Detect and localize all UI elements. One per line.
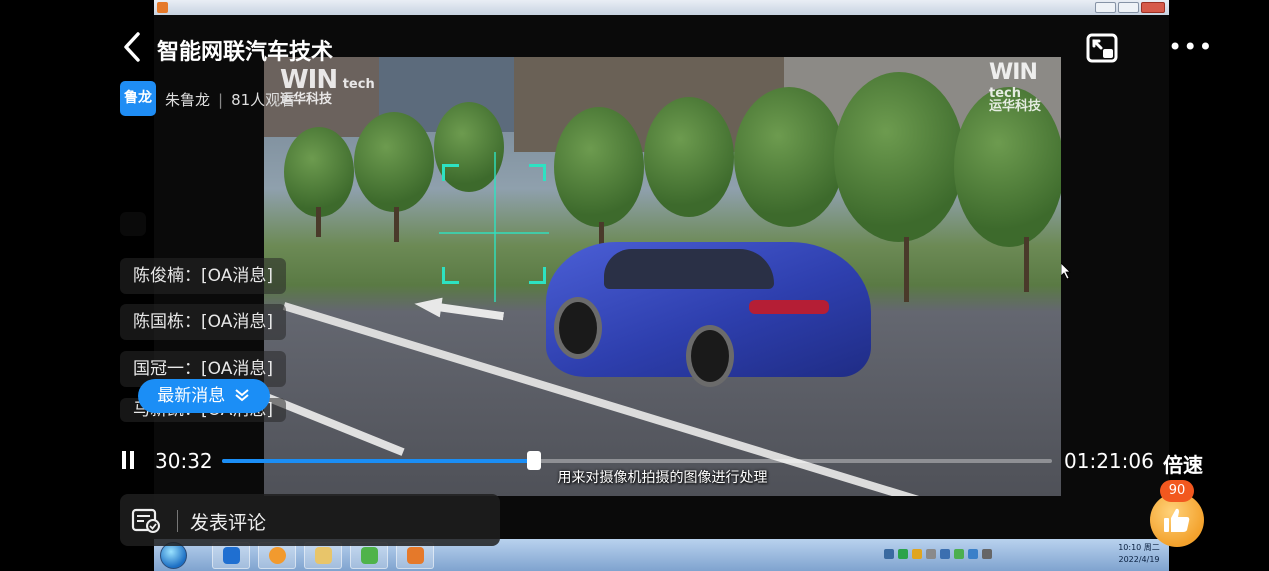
road-arrow [413,294,505,326]
video-subtitle: 用来对摄像机拍摄的图像进行处理 [557,470,768,486]
tray-icon [912,549,922,559]
tree-trunk [904,237,909,302]
detection-crosshair [494,152,496,302]
divider [177,510,178,532]
progress-bar[interactable] [222,451,1052,470]
thumbs-up-icon [1164,508,1190,532]
host-info: 朱鲁龙 | 81人观看 [165,91,296,109]
latest-messages-button[interactable]: 最新消息 [138,379,270,413]
taskbar-app-icon [212,542,250,569]
start-icon [160,542,187,569]
car-wheel [554,297,602,359]
taskbar-player-icon [350,542,388,569]
playback-speed-button[interactable]: 倍速 [1163,449,1203,478]
tree [834,72,964,242]
car-window [604,249,774,289]
avatar[interactable]: 鲁龙 [120,81,156,116]
tray-icon [968,549,978,559]
chevron-double-down-icon [235,389,249,402]
close-icon [1141,2,1165,13]
host-name: 朱鲁龙 [165,91,211,109]
tree-trunk [394,207,399,242]
system-clock: 10:10 周二 2022/4/19 [1109,542,1169,566]
detection-crosshair [439,232,549,234]
window-titlebar [154,0,1169,15]
pause-icon[interactable] [119,451,137,471]
car-wheel [686,325,734,387]
video-frame: WIN tech 运华科技 WIN tech 运华科技 用来对摄像机拍摄的图像进… [264,57,1061,496]
app-icon [157,2,168,13]
clock-time: 10:10 周二 [1118,543,1160,552]
taskbar-app-icon [258,542,296,569]
tree [284,127,354,217]
minimize-icon [1095,2,1116,13]
network-icon [982,549,992,559]
current-time: 30:32 [155,449,213,473]
comment-placeholder: 发表评论 [190,512,267,534]
more-horizontal-icon[interactable]: ••• [1168,35,1212,59]
tree [554,107,644,227]
chat-message: 陈俊楠：[OA消息] [120,258,286,294]
tree [644,97,734,217]
tree [354,112,434,212]
maximize-icon [1118,2,1139,13]
chevron-left-icon[interactable] [118,30,146,64]
page-title: 智能网联汽车技术 [157,40,334,65]
tree [734,87,844,227]
volume-icon [940,549,950,559]
tree-trunk [316,207,321,237]
total-time: 01:21:06 [1064,449,1154,473]
latest-messages-label: 最新消息 [157,386,226,406]
chat-message: 陈国栋：[OA消息] [120,304,286,340]
progress-fill [222,459,535,463]
system-tray [884,545,1084,565]
taskbar-folder-icon [304,542,342,569]
tray-icon [898,549,908,559]
watermark-logo: WIN tech 运华科技 [989,60,1042,114]
progress-thumb[interactable] [527,451,542,470]
chat-message-faded [120,212,146,236]
tray-icon [926,549,936,559]
tree-trunk [1024,237,1029,292]
viewer-count: 81人观看 [231,91,296,109]
tray-icon [954,549,964,559]
taskbar-video-icon [396,542,434,569]
comment-input[interactable]: 发表评论 [120,494,500,546]
mouse-cursor-icon [1061,263,1071,279]
picture-in-picture-icon[interactable] [1085,32,1119,64]
clock-date: 2022/4/19 [1118,555,1160,564]
comment-edit-icon [131,508,160,533]
tray-icon [884,549,894,559]
car-taillight [749,300,829,314]
like-count-badge: 90 [1160,480,1194,502]
